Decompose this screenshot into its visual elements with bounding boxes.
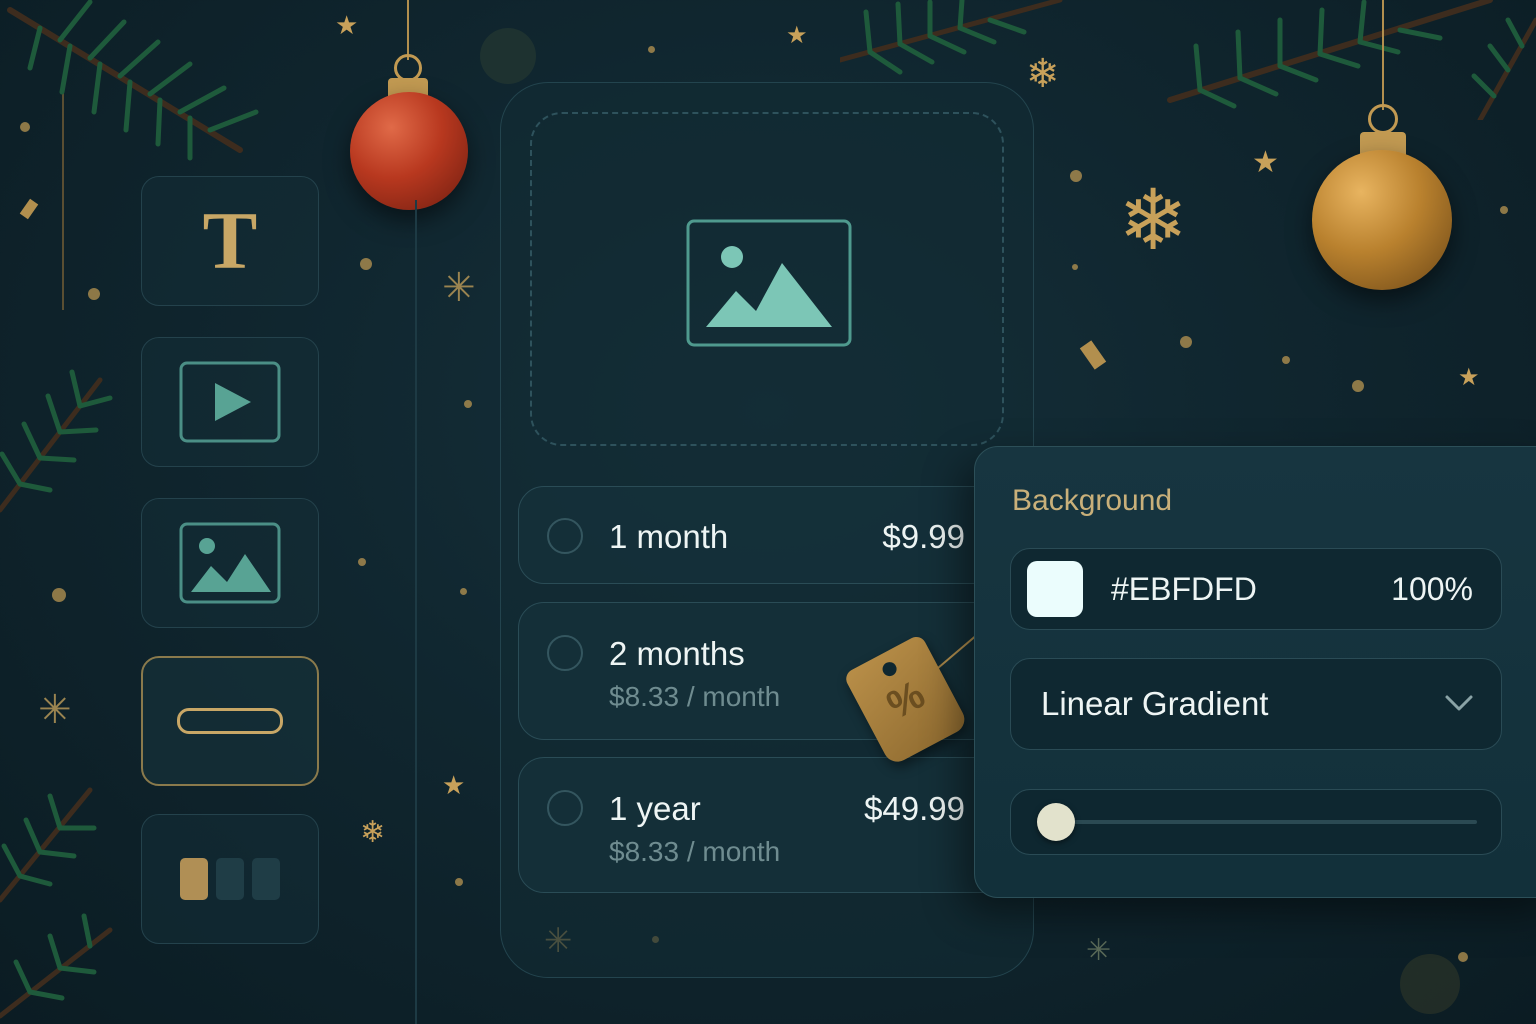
color-swatch[interactable] [1027,561,1083,617]
button-shape-icon [177,708,283,734]
sparkle-dot [1070,170,1082,182]
sparkle-icon: ✳ [442,266,476,310]
pine-branch [7,0,259,161]
plan-monthly-price: $8.33 / month [609,836,781,867]
color-field[interactable]: #EBFDFD 100% [1010,548,1502,630]
star-icon: ★ [442,770,466,800]
gradient-slider[interactable] [1010,789,1502,855]
discount-tag-label: % [879,671,932,728]
gold-ornament [1312,150,1452,290]
button-tool-button[interactable] [141,656,319,786]
sparkle-dot [1352,380,1364,392]
pine-branch [0,787,113,1019]
sparkle-dot [358,558,366,566]
slider-thumb[interactable] [1037,803,1076,841]
carousel-slide-active [180,858,208,900]
sparkle-dot [464,400,472,408]
plan-monthly-price: $8.33 / month [609,681,781,712]
snowflake-icon: ❄ [360,816,386,849]
plan-price: $9.99 [882,518,965,555]
red-ornament [350,92,468,210]
carousel-slide [252,858,280,900]
star-icon: ★ [335,10,359,40]
sparkle-dot [1072,264,1078,270]
sparkle-dot [648,46,655,53]
plan-name: 2 months [609,635,745,672]
star-icon: ★ [1252,146,1279,179]
pine-branch [1167,0,1536,120]
plan-radio[interactable] [547,790,583,826]
bokeh-light [480,28,536,84]
image-icon [179,522,281,604]
sparkle-dot [360,258,372,270]
sparkle-icon: ✳ [38,688,72,732]
bokeh-light [1400,954,1460,1014]
image-dropzone[interactable] [530,112,1004,446]
confetti-piece [19,198,39,220]
plan-radio[interactable] [547,518,583,554]
carousel-tool-button[interactable] [141,814,319,944]
sparkle-dot [52,588,66,602]
carousel-slide [216,858,244,900]
video-tool-button[interactable] [141,337,319,467]
confetti-piece [1079,340,1107,370]
pine-branch [0,369,113,513]
chevron-down-icon [1445,695,1473,711]
sparkle-icon: ✳ [1086,934,1112,967]
slider-track[interactable] [1039,820,1477,824]
fill-type-select[interactable]: Linear Gradient [1010,658,1502,750]
plan-name: 1 year [609,790,701,827]
sparkle-dot [1500,206,1508,214]
carousel-icon [180,858,280,900]
image-placeholder-icon [686,219,852,347]
opacity-value[interactable]: 100% [1391,571,1473,608]
ornament-string [407,0,409,60]
pine-branch [840,0,1063,75]
plan-option-monthly[interactable]: 1 month $9.99 [518,486,1018,584]
text-icon: T [202,195,258,286]
snowflake-icon: ❄ [1118,173,1189,267]
ornament-loop [1368,104,1398,134]
plan-price: $49.99 [864,790,965,827]
sparkle-dot [1282,356,1290,364]
plan-option-yearly[interactable]: 1 year $49.99 $8.33 / month [518,757,1018,893]
color-hex-value[interactable]: #EBFDFD [1111,571,1257,608]
panel-title: Background [1012,484,1173,517]
plan-name: 1 month [609,518,729,555]
image-tool-button[interactable] [141,498,319,628]
toolbar-divider [415,200,417,1024]
sparkle-dot [460,588,467,595]
sparkle-dot [455,878,463,886]
plan-radio[interactable] [547,635,583,671]
star-icon: ★ [786,22,808,49]
star-icon: ★ [1458,364,1480,391]
sparkle-dot [1180,336,1192,348]
sparkle-dot [1458,952,1468,962]
video-icon [179,361,281,443]
ornament-string [1382,0,1384,110]
text-tool-button[interactable]: T [141,176,319,306]
fill-type-value: Linear Gradient [1041,685,1269,722]
sparkle-dot [88,288,100,300]
